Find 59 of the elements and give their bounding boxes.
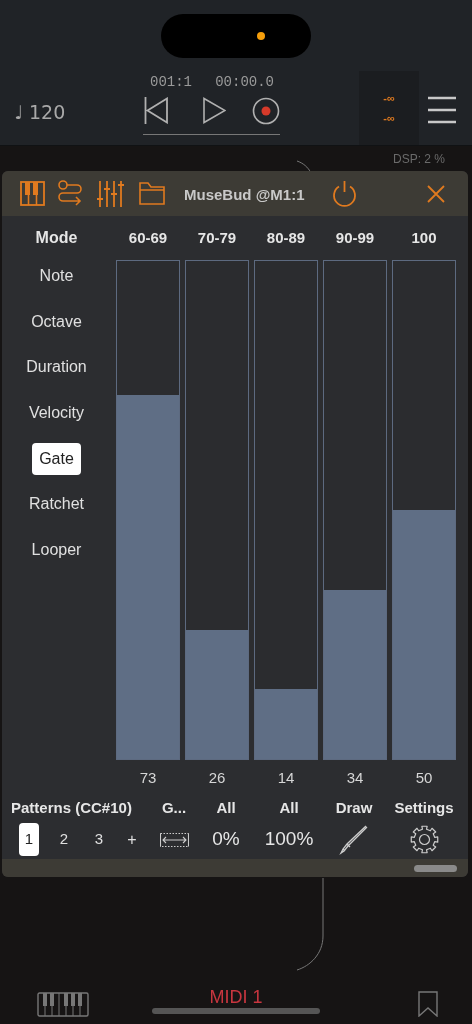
mode-item[interactable]: Velocity [21,397,92,430]
value-label: 73 [139,767,157,788]
value-label: 50 [415,767,433,788]
tool-label: G... [161,797,187,818]
slider-track[interactable] [323,260,387,760]
meter-reading: -∞ [383,112,395,124]
gear-icon[interactable] [409,825,439,854]
slider-track[interactable] [185,260,249,760]
value-label: 34 [346,767,364,788]
meter-reading: -∞ [383,92,395,104]
folder-icon[interactable] [139,182,165,205]
tempo-label[interactable]: ♩ 120 [14,98,66,127]
menu-icon[interactable] [428,96,456,124]
slider-track[interactable] [392,260,456,760]
pattern-button[interactable]: 3 [89,823,109,856]
tool-label: All [216,797,236,818]
time-display: 00:00.0 [215,73,274,92]
mode-item[interactable]: Ratchet [21,488,92,521]
tool-label: Settings [394,797,454,818]
record-icon[interactable] [252,97,280,125]
value-label: 26 [208,767,226,788]
column-header: 100 [411,227,437,248]
track-name[interactable]: MIDI 1 [0,984,472,1011]
keyboard-icon[interactable] [37,992,89,1017]
percent-button[interactable]: 100% [264,825,314,854]
plugin-title: MuseBud @M1:1 [184,185,305,205]
mode-item[interactable]: Note [32,260,81,292]
pattern-button[interactable]: 2 [54,823,74,856]
play-icon[interactable] [203,97,226,124]
pattern-button[interactable]: 1 [19,823,39,856]
tool-label: Draw [335,797,373,818]
mode-item[interactable]: Looper [24,534,89,567]
mode-item[interactable]: Octave [24,305,89,338]
mixer-icon[interactable] [97,180,125,208]
width-icon[interactable] [159,832,189,847]
route-icon[interactable] [57,180,83,208]
bar-position: 001:1 [150,73,192,92]
mode-item[interactable]: Duration [19,351,94,384]
add-pattern-button[interactable]: + [124,823,140,856]
bookmark-icon[interactable] [418,991,438,1017]
value-label: 14 [277,767,295,788]
pencil-icon[interactable] [339,824,369,855]
patterns-label: Patterns (CC#10) [11,799,132,816]
dsp-label: DSP: 2 % [393,153,446,165]
skip-back-icon[interactable] [144,97,168,124]
slider-track[interactable] [254,260,318,760]
close-icon[interactable] [427,185,445,203]
piano-icon[interactable] [20,181,45,206]
column-header: 90-99 [335,227,375,248]
mode-header: Mode [35,228,78,248]
column-header: 70-79 [197,227,237,248]
mode-item[interactable]: Gate [32,442,81,475]
scroll-handle[interactable] [414,864,457,872]
slider-track[interactable] [116,260,180,760]
percent-button[interactable]: 0% [212,825,240,854]
tool-label: All [279,797,299,818]
power-icon[interactable] [332,180,357,207]
column-header: 60-69 [128,227,168,248]
column-header: 80-89 [266,227,306,248]
